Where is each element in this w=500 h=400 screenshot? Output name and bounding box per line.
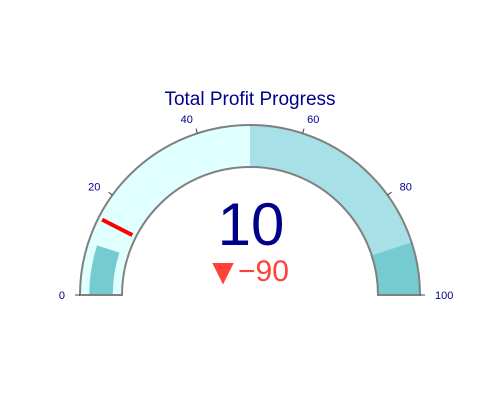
gauge-value: 10 bbox=[218, 191, 285, 258]
gauge-tick-mark bbox=[387, 191, 392, 196]
delta-value: −90 bbox=[238, 255, 289, 288]
gauge-tick-mark bbox=[108, 191, 113, 196]
gauge-tick-label: 60 bbox=[307, 114, 319, 126]
gauge-tick-label: 80 bbox=[400, 181, 412, 193]
chart-title: Total Profit Progress bbox=[164, 89, 335, 110]
gauge-tick-label: 100 bbox=[435, 290, 453, 302]
delta-indicator: ▼ −90 bbox=[212, 255, 289, 288]
delta-down-arrow-icon: ▼ bbox=[212, 255, 234, 288]
gauge-chart: Total Profit Progress 0 20 40 60 80 100 10 ▼ … bbox=[59, 89, 453, 302]
gauge-tick-label: 20 bbox=[88, 181, 100, 193]
gauge-tick-label: 40 bbox=[181, 114, 193, 126]
gauge-tick-label: 0 bbox=[59, 290, 65, 302]
